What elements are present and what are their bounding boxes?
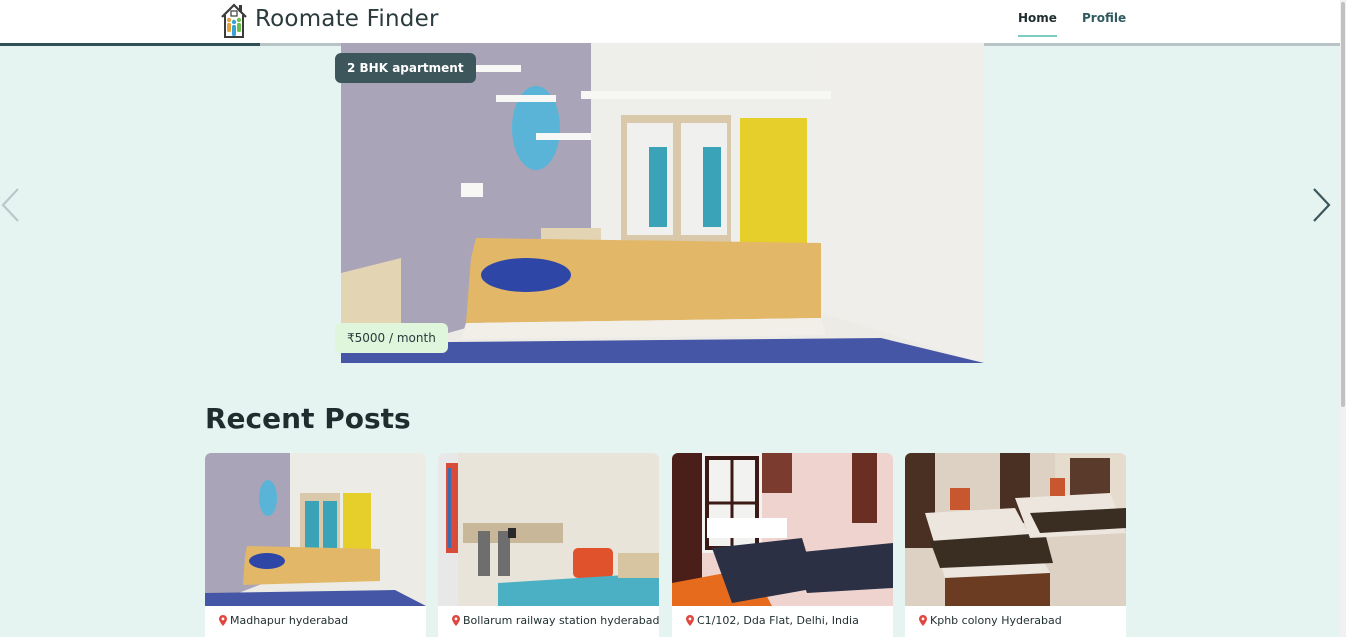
page-scrollbar[interactable] xyxy=(1340,0,1346,637)
listing-title-badge: 2 BHK apartment xyxy=(335,53,476,83)
room-photo xyxy=(341,43,984,363)
carousel-progress-bar xyxy=(0,43,260,46)
scrollbar-thumb[interactable] xyxy=(1341,2,1345,407)
post-image xyxy=(905,453,1126,606)
post-image xyxy=(205,453,426,606)
recent-posts-heading: Recent Posts xyxy=(205,402,411,435)
post-location-text: C1/102, Dda Flat, Delhi, India xyxy=(697,614,859,627)
post-image xyxy=(438,453,659,606)
post-location-text: Madhapur hyderabad xyxy=(230,614,349,627)
post-image xyxy=(672,453,893,606)
top-navbar: Roomate Finder Home Profile xyxy=(0,0,1340,46)
location-pin-icon xyxy=(686,615,694,626)
post-card[interactable]: Bollarum railway station hyderabad xyxy=(438,453,659,637)
carousel-slide-image[interactable] xyxy=(341,43,984,363)
post-location: Madhapur hyderabad xyxy=(219,614,348,627)
location-pin-icon xyxy=(219,615,227,626)
house-people-logo-icon[interactable] xyxy=(219,1,249,39)
chevron-left-icon[interactable] xyxy=(0,185,22,225)
nav-home-link[interactable]: Home xyxy=(1018,11,1057,37)
listing-price-badge: ₹5000 / month xyxy=(335,323,448,353)
brand-name[interactable]: Roomate Finder xyxy=(255,6,439,32)
post-location: C1/102, Dda Flat, Delhi, India xyxy=(686,614,859,627)
post-card[interactable]: Kphb colony Hyderabad xyxy=(905,453,1126,637)
location-pin-icon xyxy=(452,615,460,626)
chevron-right-icon[interactable] xyxy=(1310,185,1332,225)
post-location-text: Bollarum railway station hyderabad xyxy=(463,614,659,627)
nav-profile-link[interactable]: Profile xyxy=(1082,11,1126,35)
post-location: Kphb colony Hyderabad xyxy=(919,614,1062,627)
location-pin-icon xyxy=(919,615,927,626)
post-location-text: Kphb colony Hyderabad xyxy=(930,614,1062,627)
post-card[interactable]: Madhapur hyderabad xyxy=(205,453,426,637)
post-card[interactable]: C1/102, Dda Flat, Delhi, India xyxy=(672,453,893,637)
post-location: Bollarum railway station hyderabad xyxy=(452,614,659,627)
